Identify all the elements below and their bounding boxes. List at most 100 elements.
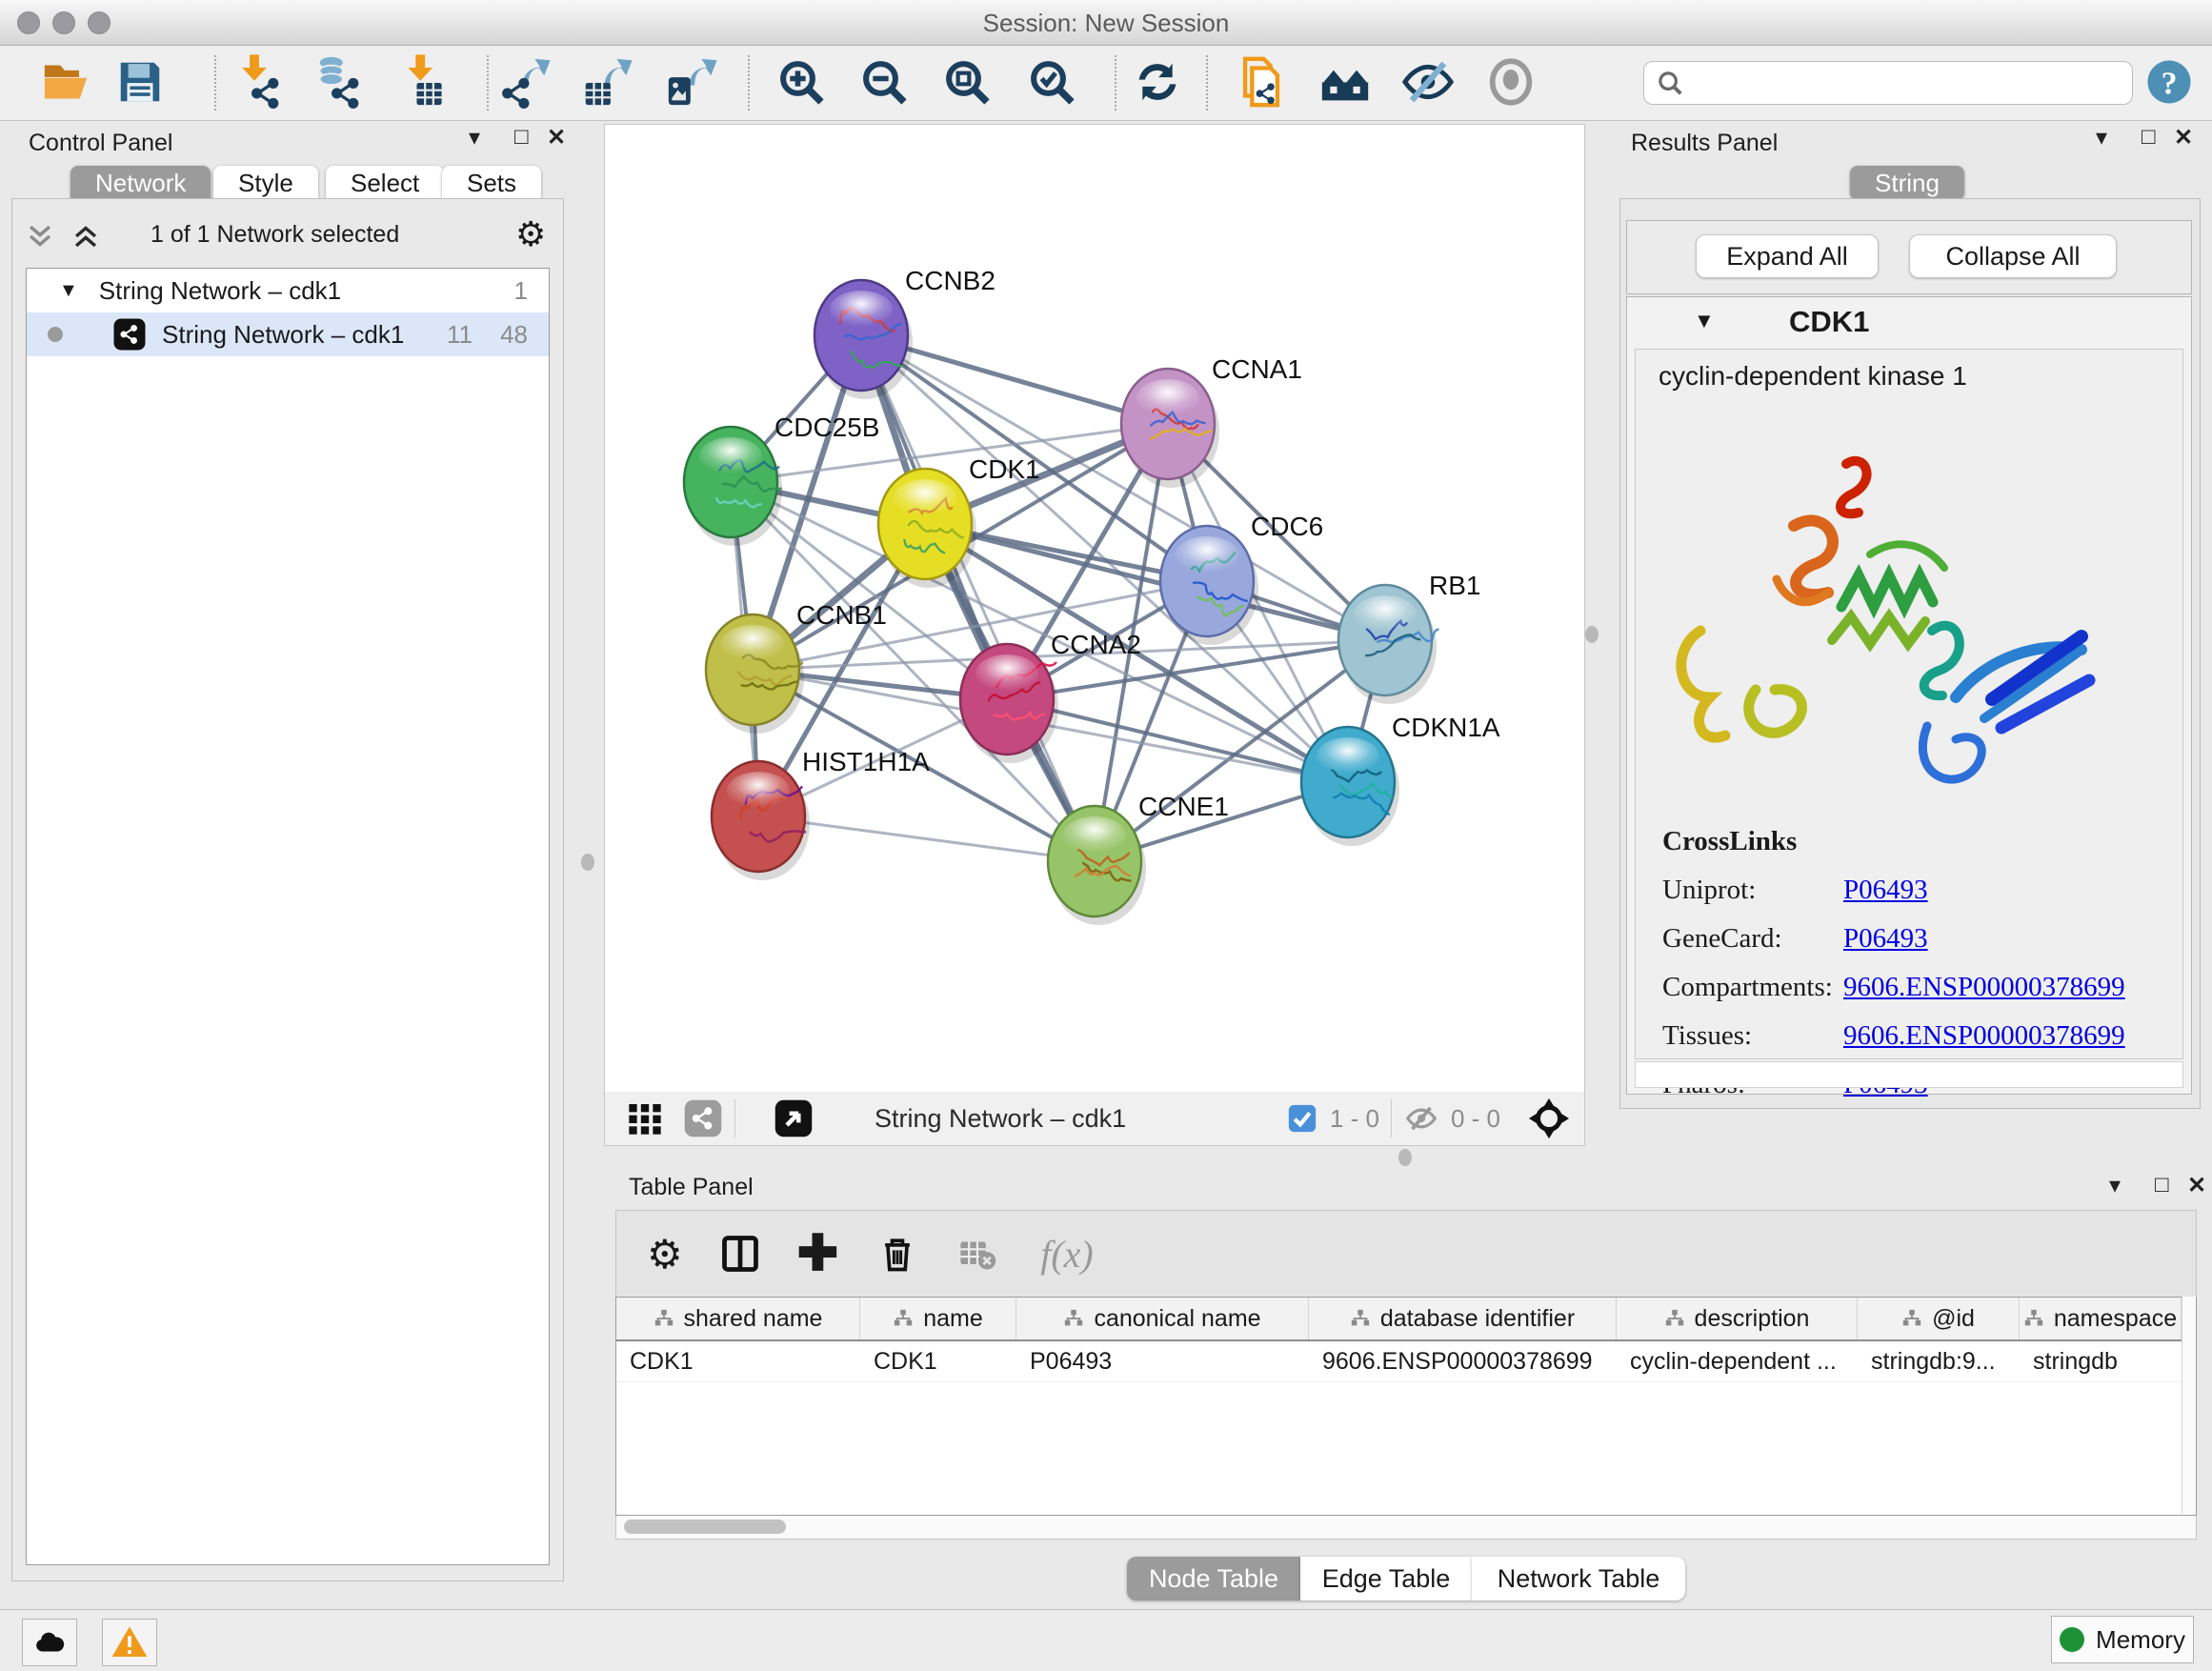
tab-string[interactable]: String — [1850, 166, 1964, 200]
column-header[interactable]: name — [860, 1298, 1016, 1339]
table-hscrollbar[interactable] — [615, 1516, 2197, 1540]
zoom-out-button[interactable] — [856, 53, 912, 111]
network-row[interactable]: String Network – cdk1 11 48 — [27, 312, 549, 356]
export-image-button[interactable] — [664, 53, 719, 111]
table-hscrollbar-thumb[interactable] — [624, 1520, 786, 1534]
network-edge[interactable] — [861, 335, 1095, 861]
cloud-status-button[interactable] — [22, 1619, 77, 1666]
warnings-button[interactable] — [102, 1619, 157, 1666]
zoom-selected-button[interactable] — [1024, 53, 1079, 111]
crosslink-uniprot-link[interactable]: P06493 — [1843, 875, 1928, 906]
table-cell[interactable]: stringdb:9... — [1858, 1341, 2020, 1381]
help-button[interactable]: ? — [2142, 53, 2197, 111]
network-node-cdc6[interactable]: CDC6 — [1160, 512, 1323, 645]
node-table[interactable]: shared namename canonical name database id… — [615, 1297, 2197, 1516]
tab-select[interactable]: Select — [326, 166, 444, 200]
birdseye-toggle-icon[interactable] — [774, 1098, 814, 1138]
control-panel-close-icon[interactable]: ✕ — [547, 124, 566, 151]
import-table-file-button[interactable] — [395, 53, 451, 111]
table-row[interactable]: CDK1CDK1P064939606.ENSP00000378699cyclin… — [616, 1341, 2196, 1382]
grid-mode-icon[interactable] — [626, 1099, 664, 1137]
table-cell[interactable]: stringdb — [2020, 1341, 2182, 1381]
collapse-all-networks-icon[interactable] — [24, 220, 56, 252]
results-scrollbar-track[interactable] — [1635, 1061, 2183, 1088]
crosslink-compartments-link[interactable]: 9606.ENSP00000378699 — [1843, 972, 2125, 1003]
expand-all-button[interactable]: Expand All — [1696, 234, 1879, 278]
network-badge-icon[interactable] — [683, 1098, 723, 1138]
pan-crosshair-icon[interactable] — [1527, 1097, 1571, 1140]
tab-sets[interactable]: Sets — [442, 166, 541, 200]
section-expander-icon[interactable]: ▼ — [1694, 309, 1715, 333]
delete-column-trash-icon[interactable] — [876, 1233, 918, 1275]
tab-network[interactable]: Network — [70, 166, 211, 200]
table-panel-close-icon[interactable]: ✕ — [2187, 1172, 2206, 1199]
hide-selected-button[interactable] — [1400, 53, 1456, 111]
column-header[interactable]: shared name — [616, 1298, 860, 1339]
results-panel-menu-icon[interactable]: ▾ — [2096, 124, 2107, 151]
table-cell[interactable]: CDK1 — [616, 1341, 860, 1381]
network-node-cdk1[interactable]: CDK1 — [878, 454, 1040, 588]
table-options-gear-icon[interactable]: ⚙ — [647, 1231, 683, 1278]
search-input[interactable] — [1684, 69, 2088, 97]
import-network-database-button[interactable] — [311, 53, 366, 111]
control-panel-float-icon[interactable]: □ — [514, 124, 529, 151]
network-node-ccnb1[interactable]: CCNB1 — [706, 600, 887, 734]
table-vscrollbar[interactable] — [2182, 1297, 2196, 1514]
table-cell[interactable]: cyclin-dependent ... — [1617, 1341, 1858, 1381]
collapse-all-button[interactable]: Collapse All — [1909, 234, 2117, 278]
table-panel-float-icon[interactable]: □ — [2155, 1172, 2169, 1198]
apply-style-button[interactable] — [1130, 53, 1185, 111]
hidden-eye-slash-icon[interactable] — [1403, 1100, 1439, 1137]
right-splitter-handle[interactable] — [1585, 626, 1599, 643]
show-all-button[interactable] — [1483, 53, 1538, 111]
column-header-label: canonical name — [1094, 1305, 1260, 1333]
control-panel-menu-icon[interactable]: ▾ — [469, 124, 480, 151]
export-table-button[interactable] — [579, 53, 634, 111]
node-section-header[interactable]: ▼ CDK1 — [1627, 297, 2191, 347]
table-cell[interactable]: CDK1 — [860, 1341, 1016, 1381]
column-header[interactable]: description — [1617, 1298, 1858, 1339]
zoom-fit-button[interactable] — [939, 53, 995, 111]
export-network-button[interactable] — [497, 53, 553, 111]
crosslink-genecard-link[interactable]: P06493 — [1843, 923, 1928, 955]
network-collection-row[interactable]: ▼ String Network – cdk1 1 — [27, 269, 549, 312]
tab-node-table[interactable]: Node Table — [1127, 1557, 1300, 1601]
clone-network-button[interactable] — [1234, 53, 1289, 111]
network-options-gear-icon[interactable]: ⚙ — [515, 214, 546, 254]
memory-button[interactable]: Memory — [2051, 1616, 2194, 1663]
collection-expander-icon[interactable]: ▼ — [59, 280, 78, 302]
column-header[interactable]: database identifier — [1309, 1298, 1617, 1339]
open-session-button[interactable] — [38, 53, 93, 111]
create-column-plus-icon[interactable]: ✚ — [797, 1235, 839, 1273]
network-node-ccne1[interactable]: CCNE1 — [1048, 792, 1229, 925]
network-node-ccnb2[interactable]: CCNB2 — [814, 266, 995, 399]
first-neighbors-button[interactable] — [1317, 53, 1373, 111]
table-panel-menu-icon[interactable]: ▾ — [2109, 1172, 2121, 1199]
import-network-file-button[interactable] — [231, 53, 286, 111]
column-header[interactable]: @id — [1858, 1298, 2020, 1339]
toolbar-separator — [214, 55, 216, 111]
network-node-cdc25b[interactable]: CDC25B — [684, 413, 879, 546]
tab-style[interactable]: Style — [213, 166, 318, 200]
network-node-hist1h1a[interactable]: HIST1H1A — [712, 747, 930, 880]
hidden-count-label: 0 - 0 — [1451, 1104, 1500, 1134]
selected-checkbox-icon[interactable] — [1286, 1102, 1318, 1135]
save-session-button[interactable] — [112, 53, 168, 111]
tab-network-table[interactable]: Network Table — [1472, 1557, 1685, 1601]
table-cell[interactable]: P06493 — [1016, 1341, 1309, 1381]
results-panel-close-icon[interactable]: ✕ — [2174, 124, 2193, 151]
left-splitter-handle[interactable] — [581, 854, 594, 871]
column-header[interactable]: canonical name — [1016, 1298, 1309, 1339]
show-columns-icon[interactable] — [719, 1233, 761, 1275]
network-node-rb1[interactable]: RB1 — [1338, 571, 1480, 704]
network-view-canvas[interactable]: CCNB2CCNA1CDC25BCDK1CDC6RB1CCNB1CCNA2CDK… — [604, 124, 1585, 1093]
zoom-in-button[interactable] — [774, 53, 829, 111]
tab-edge-table[interactable]: Edge Table — [1300, 1557, 1472, 1601]
table-cell[interactable]: 9606.ENSP00000378699 — [1309, 1341, 1617, 1381]
bottom-splitter-handle[interactable] — [1398, 1149, 1412, 1166]
column-header[interactable]: namespace — [2020, 1298, 2182, 1339]
expand-all-networks-icon[interactable] — [70, 220, 102, 252]
results-panel-float-icon[interactable]: □ — [2142, 124, 2156, 151]
network-node-cdkn1a[interactable]: CDKN1A — [1301, 713, 1500, 846]
crosslink-tissues-link[interactable]: 9606.ENSP00000378699 — [1843, 1020, 2125, 1052]
